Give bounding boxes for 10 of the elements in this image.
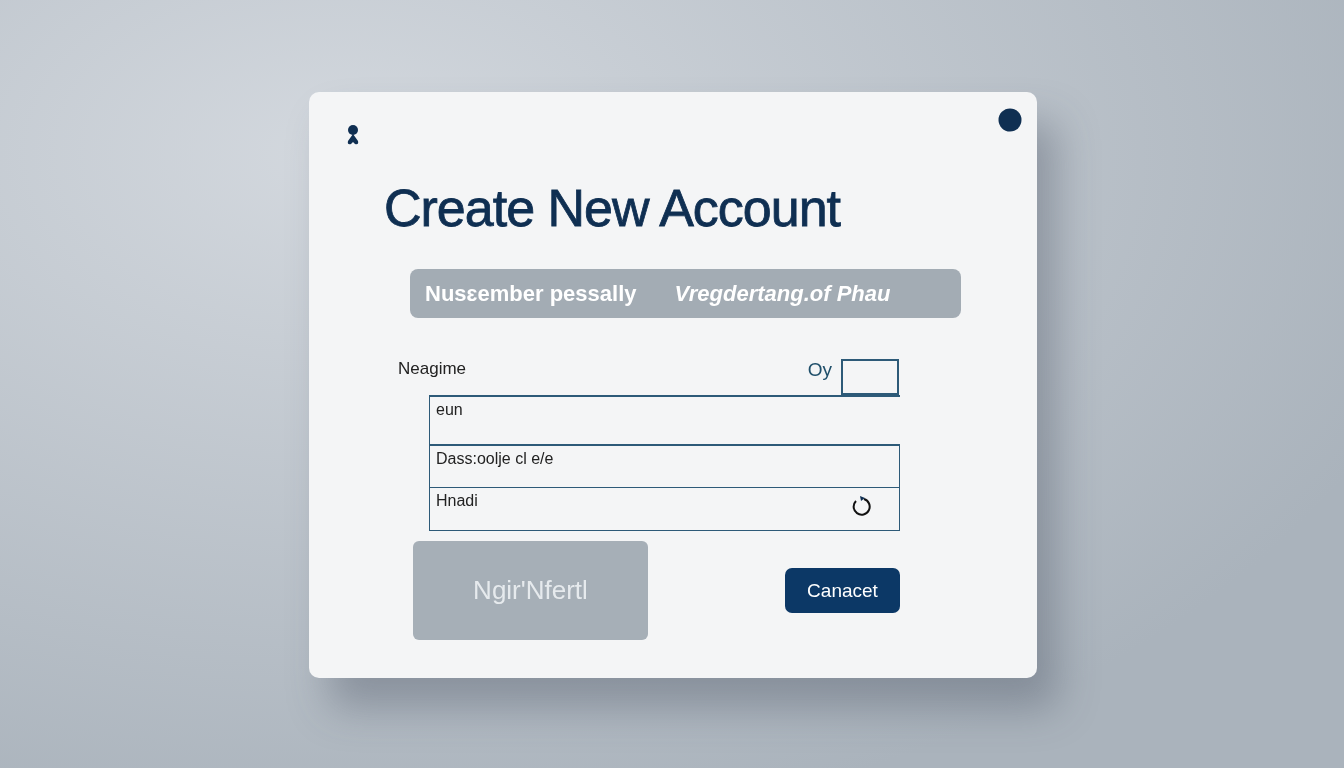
input-field[interactable] <box>841 359 899 395</box>
input-field[interactable]: Dass:oolje cl e/e <box>429 445 900 488</box>
field-hint: Oy <box>807 359 832 381</box>
field-label: Neagime <box>398 359 467 379</box>
person-icon <box>345 124 361 146</box>
input-field[interactable]: Hnadi <box>429 488 900 531</box>
cancel-button[interactable]: Canacet <box>785 568 900 613</box>
info-banner: Nusɛember pessally Vregdertang.of Phau <box>410 269 961 318</box>
input-field[interactable]: eun <box>429 395 900 445</box>
dialog-title: Create New Account <box>384 178 842 238</box>
